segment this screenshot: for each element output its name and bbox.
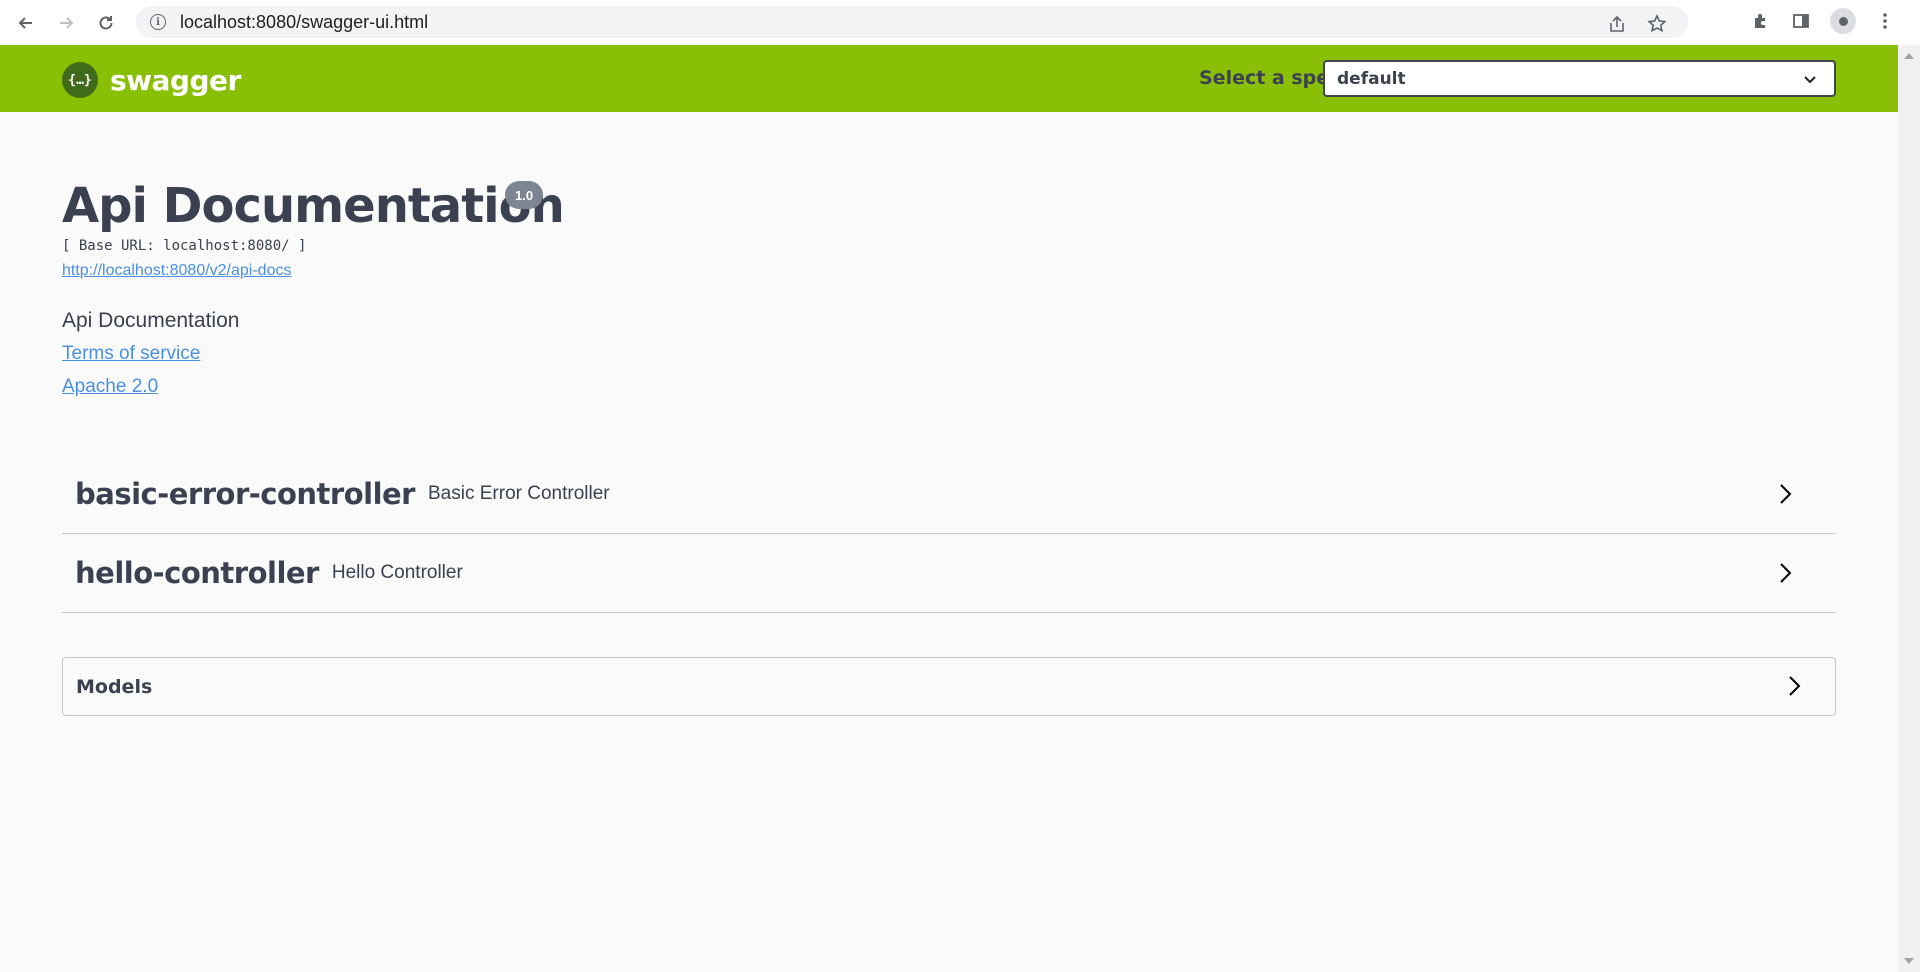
back-arrow-icon[interactable]	[12, 9, 40, 37]
spec-select-label: Select a spec	[1199, 67, 1341, 89]
chevron-down-icon	[1804, 75, 1816, 83]
reload-icon[interactable]	[92, 9, 120, 37]
chevron-right-icon[interactable]	[1783, 675, 1805, 697]
base-url: [ Base URL: localhost:8080/ ]	[62, 238, 307, 254]
scroll-down-arrow-icon[interactable]	[1904, 958, 1914, 964]
tag-name[interactable]: basic-error-controller	[75, 477, 416, 511]
share-icon[interactable]	[1606, 13, 1628, 35]
license-link[interactable]: Apache 2.0	[62, 376, 158, 398]
terms-of-service-link[interactable]: Terms of service	[62, 343, 200, 365]
swagger-logo[interactable]: {…} swagger	[62, 62, 241, 98]
swagger-logo-icon: {…}	[62, 62, 98, 98]
models-title[interactable]: Models	[76, 676, 152, 698]
chevron-right-icon[interactable]	[1774, 562, 1796, 584]
page-scrollbar[interactable]	[1898, 45, 1920, 972]
bookmark-star-icon[interactable]	[1646, 13, 1668, 35]
address-bar[interactable]: i localhost:8080/swagger-ui.html	[136, 6, 1688, 38]
tag-basic-error-controller[interactable]: basic-error-controller Basic Error Contr…	[62, 455, 1836, 534]
api-docs-link[interactable]: http://localhost:8080/v2/api-docs	[62, 262, 291, 280]
page-title: Api Documentation	[62, 178, 565, 234]
scroll-up-arrow-icon[interactable]	[1904, 53, 1914, 59]
browser-toolbar: i localhost:8080/swagger-ui.html	[0, 0, 1920, 45]
menu-kebab-icon[interactable]	[1874, 10, 1896, 32]
version-badge: 1.0	[505, 181, 544, 209]
models-section[interactable]: Models	[62, 657, 1836, 716]
tag-hello-controller[interactable]: hello-controller Hello Controller	[62, 534, 1836, 613]
tag-description: Hello Controller	[331, 562, 463, 583]
site-info-icon[interactable]: i	[150, 14, 166, 30]
swagger-logo-text: swagger	[110, 63, 241, 97]
spec-select[interactable]: default	[1323, 60, 1836, 97]
address-url[interactable]: localhost:8080/swagger-ui.html	[180, 12, 428, 33]
swagger-topbar: {…} swagger Select a spec default	[0, 45, 1898, 112]
forward-arrow-icon[interactable]	[52, 9, 80, 37]
api-description: Api Documentation	[62, 309, 240, 332]
profile-avatar-icon[interactable]	[1830, 8, 1856, 34]
tag-name[interactable]: hello-controller	[75, 556, 319, 590]
tag-description: Basic Error Controller	[428, 483, 610, 504]
spec-select-value: default	[1337, 68, 1406, 89]
extensions-puzzle-icon[interactable]	[1750, 10, 1772, 32]
chevron-right-icon[interactable]	[1774, 483, 1796, 505]
side-panel-icon[interactable]	[1790, 10, 1812, 32]
